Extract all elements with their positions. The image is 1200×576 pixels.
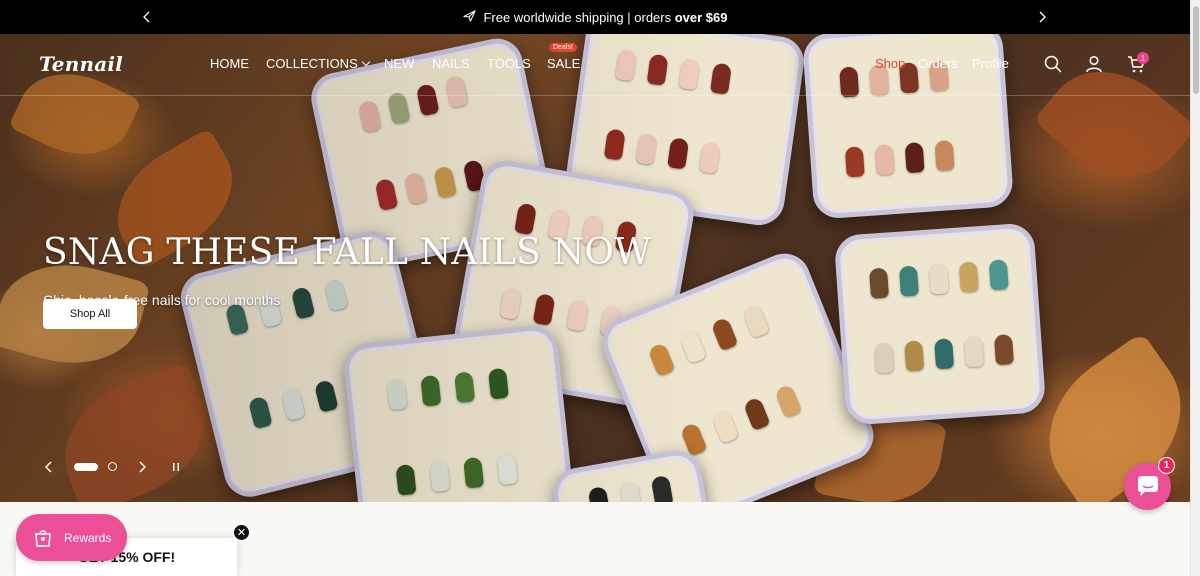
nav-nails[interactable]: NAILS — [432, 56, 470, 74]
slide-prev-button[interactable] — [44, 459, 54, 475]
hero-title: SNAG THESE FALL NAILS NOW — [43, 232, 652, 273]
scrollbar-thumb[interactable] — [1193, 6, 1199, 94]
shopping-bag-icon — [35, 529, 51, 547]
nav-link-shop[interactable]: Shop — [875, 56, 905, 71]
chevron-right-icon — [139, 461, 147, 473]
announcement-bar: Free worldwide shipping | orders over $6… — [0, 0, 1190, 34]
slide-next-button[interactable] — [137, 459, 147, 475]
chevron-left-icon — [44, 461, 52, 473]
nav-link-orders[interactable]: Orders — [918, 56, 958, 71]
rewards-button[interactable]: Rewards — [16, 514, 127, 561]
nav-collections[interactable]: COLLECTIONS — [266, 56, 370, 74]
site-header: Tennail — [0, 34, 1190, 96]
rewards-label: Rewards — [64, 530, 112, 545]
close-icon[interactable]: ✕ — [233, 524, 250, 541]
cart-count-badge: 1 — [1137, 52, 1149, 64]
shop-all-button[interactable]: Shop All — [43, 299, 137, 329]
nav-sale[interactable]: SALE — [547, 56, 580, 74]
nav-new[interactable]: NEW — [384, 56, 414, 74]
slide-dot[interactable] — [108, 462, 117, 471]
chevron-down-icon — [361, 57, 370, 67]
nav-collections-label: COLLECTIONS — [266, 56, 358, 71]
pause-icon — [173, 463, 179, 471]
chevron-left-icon — [143, 11, 150, 23]
announcement-next-button[interactable] — [1033, 8, 1051, 26]
nav-tools[interactable]: TOOLS — [487, 56, 531, 74]
slide-pause-button[interactable] — [171, 459, 181, 475]
page-scrollbar[interactable] — [1190, 0, 1200, 576]
slide-dot-active[interactable] — [74, 463, 98, 471]
announcement-text: Free worldwide shipping | orders — [483, 9, 675, 25]
hero-banner: SNAG THESE FALL NAILS NOW Chic, hassle-f… — [0, 34, 1190, 502]
account-icon[interactable] — [1084, 54, 1106, 76]
nav-link-profile[interactable]: Profile — [972, 56, 1009, 71]
nav-home[interactable]: HOME — [210, 56, 249, 74]
chat-icon — [1137, 475, 1158, 496]
announcement-prev-button[interactable] — [138, 8, 156, 26]
deals-badge: Deals! — [549, 43, 577, 52]
plane-icon — [462, 8, 477, 26]
announcement-message: Free worldwide shipping | orders over $6… — [462, 8, 728, 26]
logo[interactable]: Tennail — [39, 52, 123, 76]
search-icon[interactable] — [1043, 54, 1065, 76]
chevron-right-icon — [1039, 11, 1046, 23]
announcement-bold: over $69 — [674, 9, 728, 25]
chat-badge: 1 — [1158, 457, 1175, 474]
